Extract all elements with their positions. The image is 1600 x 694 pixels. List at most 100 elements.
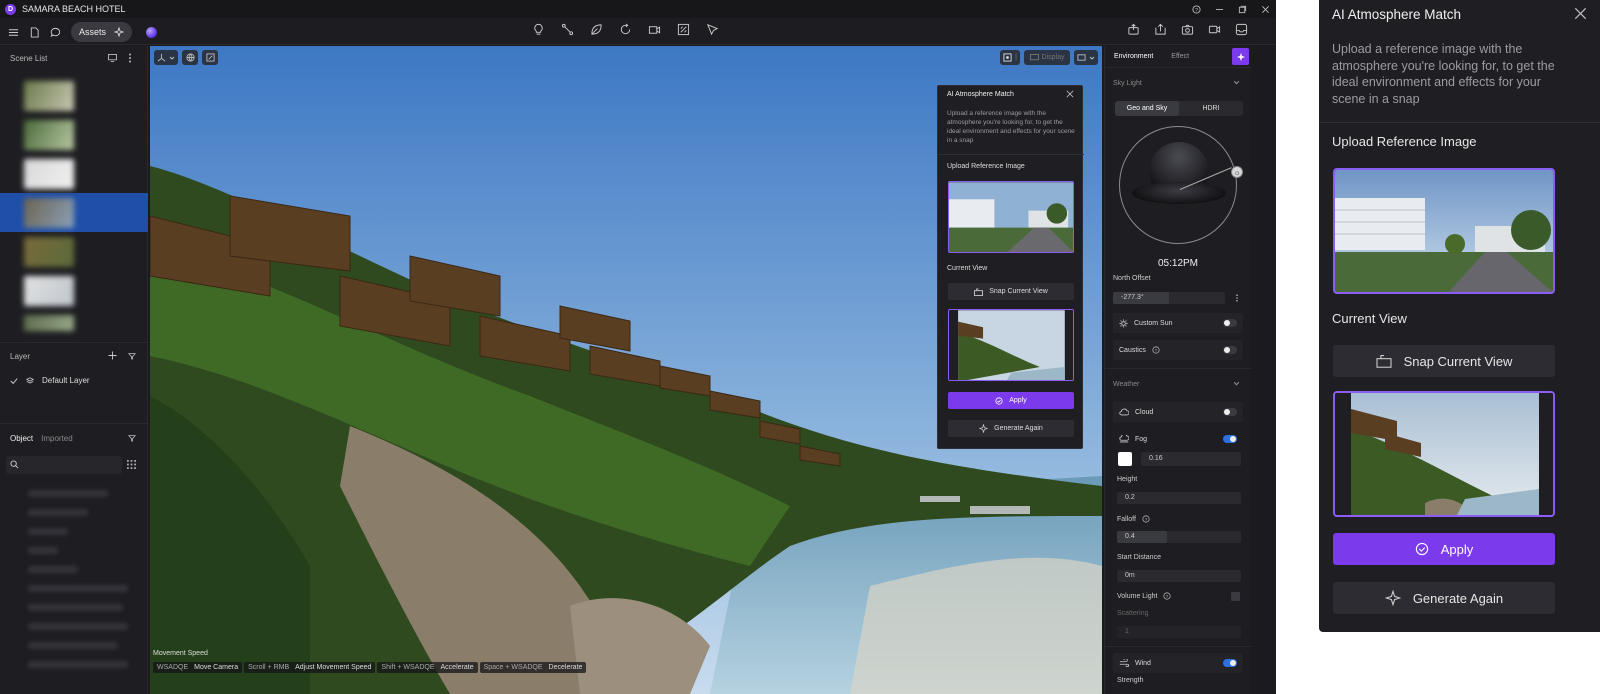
tab-imported[interactable]: Imported <box>41 434 73 443</box>
light-bulb-icon[interactable] <box>532 23 545 36</box>
path-tool-icon[interactable] <box>561 23 574 36</box>
chevron-down-icon[interactable] <box>1233 79 1240 86</box>
height-input[interactable]: 0.2 <box>1117 492 1241 504</box>
chat-icon[interactable] <box>50 27 61 38</box>
scene-item-selected[interactable] <box>0 193 148 232</box>
help-icon[interactable]: ? <box>1192 4 1201 14</box>
seg-hdri[interactable]: HDRI <box>1179 101 1243 116</box>
info-icon[interactable]: ? <box>1163 592 1172 600</box>
scene-item[interactable] <box>0 310 148 349</box>
screen-icon[interactable] <box>108 54 117 62</box>
reference-image[interactable] <box>1333 168 1555 294</box>
globe-button[interactable] <box>182 50 198 65</box>
add-layer-icon[interactable] <box>108 351 117 360</box>
sky-mode-segmented: Geo and Sky HDRI <box>1115 101 1243 116</box>
scene-item[interactable] <box>0 271 148 310</box>
object-search-input[interactable] <box>6 456 122 474</box>
tab-effect[interactable]: Effect <box>1162 53 1198 60</box>
leaf-icon[interactable] <box>590 23 603 36</box>
filter-icon[interactable] <box>128 352 136 360</box>
minimize-icon[interactable] <box>1215 5 1224 14</box>
check-icon[interactable] <box>10 377 18 385</box>
divider <box>0 423 148 424</box>
transform-tool-button[interactable] <box>154 50 178 65</box>
scene-item[interactable] <box>0 115 148 154</box>
check-circle-icon <box>995 396 1003 405</box>
scene-item[interactable] <box>0 232 148 271</box>
apply-button[interactable]: Apply <box>948 392 1074 409</box>
sparkle-icon <box>1384 590 1401 606</box>
focus-button[interactable]: | <box>1000 50 1020 65</box>
generate-again-button[interactable]: Generate Again <box>1333 582 1555 614</box>
filter-icon[interactable] <box>128 434 136 442</box>
view-mode-button[interactable] <box>1074 50 1098 65</box>
cloud-label: Cloud <box>1135 408 1154 416</box>
wind-toggle[interactable] <box>1223 659 1237 667</box>
fog-density-input[interactable]: 0.16 <box>1141 452 1241 466</box>
export-icon[interactable] <box>1154 23 1167 36</box>
render-icon[interactable] <box>677 23 690 36</box>
fog-color-swatch[interactable] <box>1118 452 1132 466</box>
camera-icon[interactable] <box>1181 23 1194 36</box>
generate-again-button[interactable]: Generate Again <box>948 420 1074 437</box>
rotate-icon[interactable] <box>619 23 632 36</box>
more-icon[interactable] <box>1235 294 1239 302</box>
close-icon[interactable] <box>1066 90 1074 98</box>
apply-button[interactable]: Apply <box>1333 533 1555 565</box>
seg-geo-and-sky[interactable]: Geo and Sky <box>1115 101 1179 116</box>
falloff-value: 0.4 <box>1125 533 1135 540</box>
snap-button[interactable] <box>202 50 218 65</box>
custom-sun-toggle[interactable] <box>1223 319 1237 327</box>
scene-item[interactable] <box>0 76 148 115</box>
fog-icon <box>1119 435 1129 443</box>
scene-item[interactable] <box>0 154 148 193</box>
falloff-input[interactable]: 0.4 <box>1117 531 1241 543</box>
ai-orb-icon[interactable] <box>146 26 158 38</box>
inbox-icon[interactable] <box>1235 23 1248 36</box>
reference-image[interactable] <box>948 181 1074 253</box>
cloud-toggle[interactable] <box>1223 408 1237 416</box>
divider <box>1105 67 1251 68</box>
sun-handle-icon[interactable]: ☼ <box>1231 166 1243 178</box>
north-offset-input[interactable]: -277.3° <box>1113 292 1225 304</box>
tab-object[interactable]: Object <box>10 434 33 443</box>
fog-toggle[interactable] <box>1223 435 1237 443</box>
assets-button[interactable]: Assets <box>71 22 133 42</box>
share-icon[interactable] <box>1127 23 1140 36</box>
info-icon[interactable]: ? <box>1152 346 1160 354</box>
grid-view-icon[interactable] <box>127 460 136 469</box>
file-icon[interactable] <box>29 26 40 38</box>
scattering-input[interactable]: 1 <box>1117 626 1241 638</box>
menu-icon[interactable] <box>8 27 19 38</box>
tab-environment[interactable]: Environment <box>1105 53 1162 60</box>
scene-list-header: Scene List <box>0 48 148 68</box>
layer-header: Layer <box>0 346 148 366</box>
sun-dial[interactable]: ☼ <box>1119 126 1243 244</box>
wind-label: Wind <box>1135 659 1151 667</box>
measure-icon[interactable] <box>706 23 719 36</box>
apply-label: Apply <box>1009 397 1027 404</box>
scene-thumbnail <box>24 120 74 150</box>
caustics-toggle[interactable] <box>1223 346 1237 354</box>
current-view-image[interactable] <box>1333 391 1555 517</box>
camera-box-icon[interactable] <box>648 23 661 36</box>
layer-item-default[interactable]: Default Layer <box>10 376 90 385</box>
upload-label: Upload Reference Image <box>1332 134 1477 149</box>
start-distance-input[interactable]: 0m <box>1117 570 1241 582</box>
svg-text:?: ? <box>1166 594 1169 600</box>
info-icon[interactable]: ? <box>1142 515 1150 523</box>
snap-current-view-button[interactable]: Snap Current View <box>948 283 1074 300</box>
restore-icon[interactable] <box>1238 5 1247 14</box>
volume-light-checkbox[interactable] <box>1231 592 1240 601</box>
display-button[interactable]: Display <box>1024 50 1070 65</box>
chevron-down-icon[interactable] <box>1233 380 1240 387</box>
ai-match-button[interactable] <box>1232 48 1249 65</box>
sparkle-icon[interactable] <box>114 27 125 37</box>
video-icon[interactable] <box>1208 23 1221 36</box>
layers-icon <box>26 376 34 385</box>
close-icon[interactable] <box>1574 7 1587 20</box>
more-icon[interactable] <box>128 53 132 63</box>
close-window-icon[interactable] <box>1261 5 1270 14</box>
snap-current-view-button[interactable]: Snap Current View <box>1333 345 1555 377</box>
current-view-image[interactable] <box>948 309 1074 381</box>
